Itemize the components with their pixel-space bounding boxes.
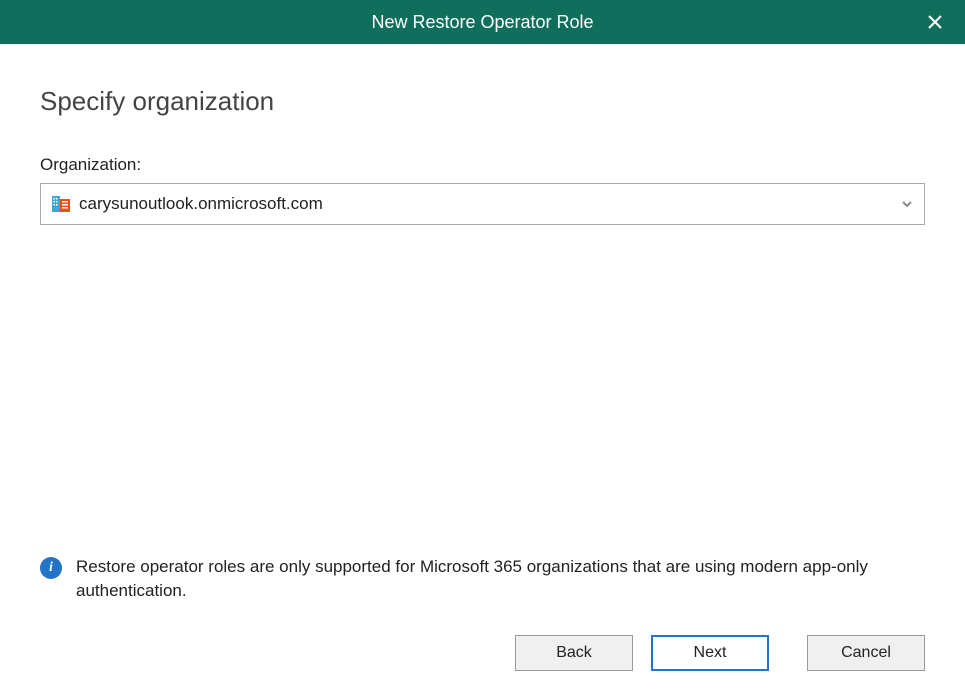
info-text: Restore operator roles are only supporte… bbox=[76, 555, 925, 604]
info-message: i Restore operator roles are only suppor… bbox=[40, 555, 925, 604]
page-title: Specify organization bbox=[40, 86, 925, 117]
button-bar: Back Next Cancel bbox=[0, 628, 965, 690]
dialog-content: Specify organization Organization: carys… bbox=[0, 44, 965, 628]
organization-dropdown[interactable]: carysunoutlook.onmicrosoft.com bbox=[40, 183, 925, 225]
close-icon bbox=[927, 14, 943, 30]
chevron-down-icon bbox=[900, 197, 914, 211]
close-button[interactable] bbox=[917, 10, 953, 34]
organization-value: carysunoutlook.onmicrosoft.com bbox=[79, 194, 900, 214]
cancel-button[interactable]: Cancel bbox=[807, 635, 925, 671]
organization-icon bbox=[51, 194, 71, 214]
titlebar: New Restore Operator Role bbox=[0, 0, 965, 44]
info-icon: i bbox=[40, 557, 62, 579]
next-button[interactable]: Next bbox=[651, 635, 769, 671]
organization-label: Organization: bbox=[40, 155, 925, 175]
window-title: New Restore Operator Role bbox=[371, 12, 593, 33]
back-button[interactable]: Back bbox=[515, 635, 633, 671]
